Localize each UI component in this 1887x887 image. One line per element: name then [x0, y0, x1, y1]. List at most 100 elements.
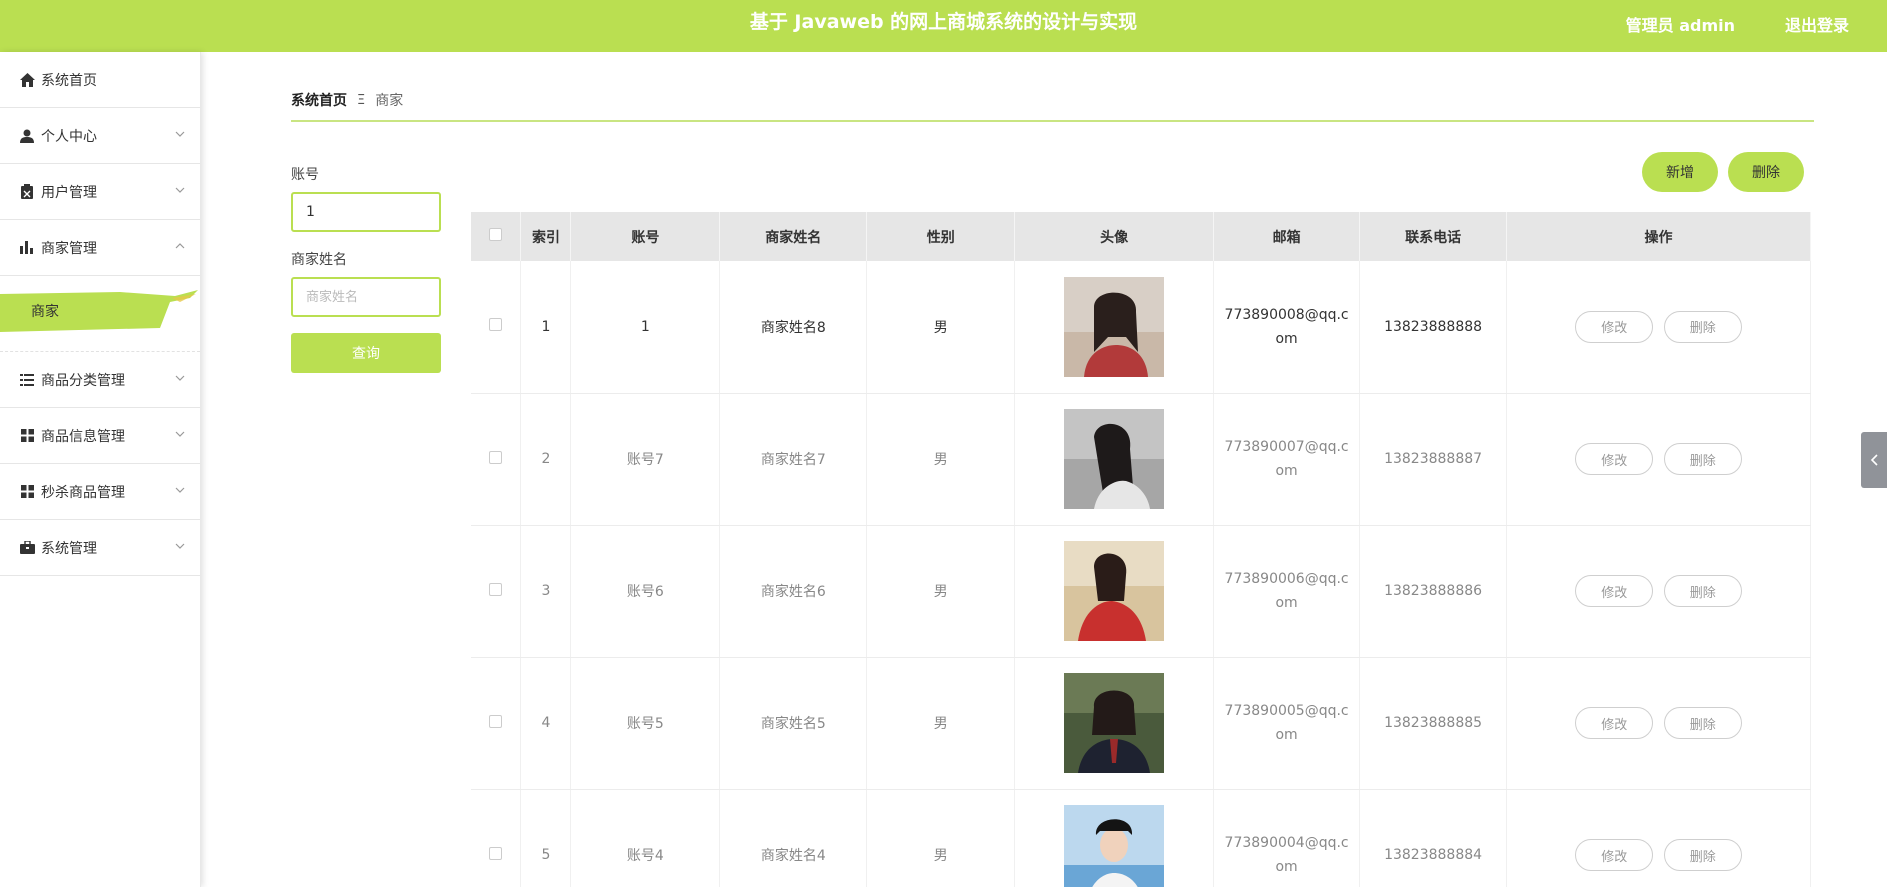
row-avatar-cell	[1014, 657, 1215, 790]
row-index: 3	[520, 525, 572, 658]
row-checkbox[interactable]	[489, 318, 503, 332]
col-avatar: 头像	[1014, 212, 1215, 261]
col-account: 账号	[570, 212, 721, 261]
chevron-up-icon	[174, 240, 186, 252]
row-phone: 13823888885	[1359, 657, 1508, 790]
row-select-cell	[471, 261, 522, 394]
edit-button[interactable]: 修改	[1575, 310, 1654, 343]
add-button[interactable]: 新增	[1642, 152, 1718, 192]
row-account: 账号5	[570, 657, 721, 790]
chevron-down-icon	[174, 540, 186, 552]
avatar	[1064, 276, 1165, 377]
bar-chart-icon	[19, 240, 35, 256]
avatar	[1064, 409, 1165, 509]
edit-button[interactable]: 修改	[1575, 443, 1654, 475]
sidebar-item-profile[interactable]: 个人中心	[0, 108, 200, 164]
row-select-cell	[471, 393, 522, 526]
select-all-checkbox[interactable]	[489, 228, 503, 241]
row-select-cell	[471, 789, 522, 887]
row-account: 1	[570, 261, 721, 394]
row-email-cell: 773890004@qq.com	[1213, 789, 1361, 887]
sidebar-item-products[interactable]: 商品信息管理	[0, 408, 200, 464]
row-actions: 修改 删除	[1506, 393, 1811, 526]
delete-button[interactable]: 删除	[1663, 707, 1742, 739]
row-checkbox[interactable]	[489, 450, 503, 464]
drawer-toggle[interactable]	[1861, 432, 1887, 488]
row-phone: 13823888884	[1359, 789, 1508, 887]
row-email: 773890007@qq.com	[1224, 439, 1349, 479]
delete-button[interactable]: 删除	[1663, 310, 1742, 343]
delete-selected-button[interactable]: 删除	[1728, 152, 1804, 192]
row-actions: 修改 删除	[1506, 789, 1811, 887]
sidebar-item-label: 秒杀商品管理	[41, 484, 125, 501]
merchant-table: 索引 账号 商家姓名 性别 头像 邮箱 联系电话 操作 1 1 商家姓名8 男 …	[471, 212, 1811, 887]
grid-icon	[19, 484, 35, 500]
table-row: 1 1 商家姓名8 男 773890008@qq.com 13823888888…	[471, 261, 1811, 394]
clipboard-icon	[19, 184, 35, 200]
edit-button[interactable]: 修改	[1575, 707, 1654, 739]
col-name: 商家姓名	[719, 212, 868, 261]
breadcrumb: 系统首页 Ξ 商家	[291, 90, 403, 110]
col-phone: 联系电话	[1359, 212, 1508, 261]
user-icon	[19, 128, 35, 144]
brush-highlight	[0, 290, 198, 332]
row-phone: 13823888887	[1359, 393, 1508, 526]
avatar	[1064, 541, 1165, 641]
breadcrumb-separator: Ξ	[357, 92, 366, 108]
sidebar-item-label: 商家管理	[41, 240, 97, 257]
table-row: 5 账号4 商家姓名4 男 773890004@qq.com 138238888…	[471, 789, 1811, 887]
table-row: 3 账号6 商家姓名6 男 773890006@qq.com 138238888…	[471, 525, 1811, 658]
row-checkbox[interactable]	[489, 714, 503, 728]
edit-button[interactable]: 修改	[1575, 575, 1654, 607]
sidebar-item-users[interactable]: 用户管理	[0, 164, 200, 220]
grid-icon	[19, 428, 35, 444]
row-email-cell: 773890006@qq.com	[1213, 525, 1361, 658]
chevron-left-icon	[1870, 451, 1878, 470]
logout-link[interactable]: 退出登录	[1785, 12, 1849, 36]
sidebar-item-category[interactable]: 商品分类管理	[0, 352, 200, 408]
row-email: 773890004@qq.com	[1224, 835, 1349, 875]
row-email-cell: 773890008@qq.com	[1213, 261, 1361, 394]
breadcrumb-home[interactable]: 系统首页	[291, 90, 347, 110]
avatar	[1064, 805, 1165, 887]
list-icon	[19, 372, 35, 388]
sidebar: 系统首页 个人中心 用户管理 商家管理 商家 商品分类管理 商品信息管理 秒杀商…	[0, 52, 201, 887]
col-email: 邮箱	[1213, 212, 1361, 261]
row-avatar-cell	[1014, 261, 1215, 394]
row-index: 4	[520, 657, 572, 790]
merchant-submenu: 商家	[0, 276, 200, 352]
query-button[interactable]: 查询	[291, 333, 441, 373]
chevron-down-icon	[174, 484, 186, 496]
row-index: 2	[520, 393, 572, 526]
edit-button[interactable]: 修改	[1575, 839, 1654, 871]
top-header: 基于 Javaweb 的网上商城系统的设计与实现 管理员 admin 退出登录	[0, 0, 1887, 52]
sidebar-item-flash-sale[interactable]: 秒杀商品管理	[0, 464, 200, 520]
row-email-cell: 773890005@qq.com	[1213, 657, 1361, 790]
chevron-down-icon	[174, 184, 186, 196]
sidebar-item-label: 个人中心	[41, 128, 97, 145]
row-select-cell	[471, 525, 522, 658]
sidebar-item-merchants[interactable]: 商家管理	[0, 220, 200, 276]
avatar	[1064, 673, 1165, 773]
row-account: 账号7	[570, 393, 721, 526]
sidebar-subitem-merchant[interactable]: 商家	[0, 288, 198, 332]
merchant-name-input[interactable]	[291, 277, 441, 317]
account-input[interactable]	[291, 192, 441, 232]
sidebar-item-label: 商品信息管理	[41, 428, 125, 445]
sidebar-item-home[interactable]: 系统首页	[0, 52, 200, 108]
sidebar-item-system[interactable]: 系统管理	[0, 520, 200, 576]
account-label: 账号	[291, 167, 319, 183]
breadcrumb-current: 商家	[375, 93, 404, 109]
delete-button[interactable]: 删除	[1663, 443, 1742, 475]
table-row: 2 账号7 商家姓名7 男 773890007@qq.com 138238888…	[471, 393, 1811, 526]
app-title: 基于 Javaweb 的网上商城系统的设计与实现	[749, 11, 1138, 33]
row-actions: 修改 删除	[1506, 261, 1811, 394]
row-account: 账号4	[570, 789, 721, 887]
breadcrumb-divider	[291, 120, 1814, 122]
row-checkbox[interactable]	[489, 846, 503, 860]
row-checkbox[interactable]	[489, 582, 503, 596]
delete-button[interactable]: 删除	[1663, 575, 1742, 607]
row-phone: 13823888888	[1359, 261, 1508, 394]
delete-button[interactable]: 删除	[1663, 839, 1742, 871]
row-name: 商家姓名6	[719, 525, 868, 658]
